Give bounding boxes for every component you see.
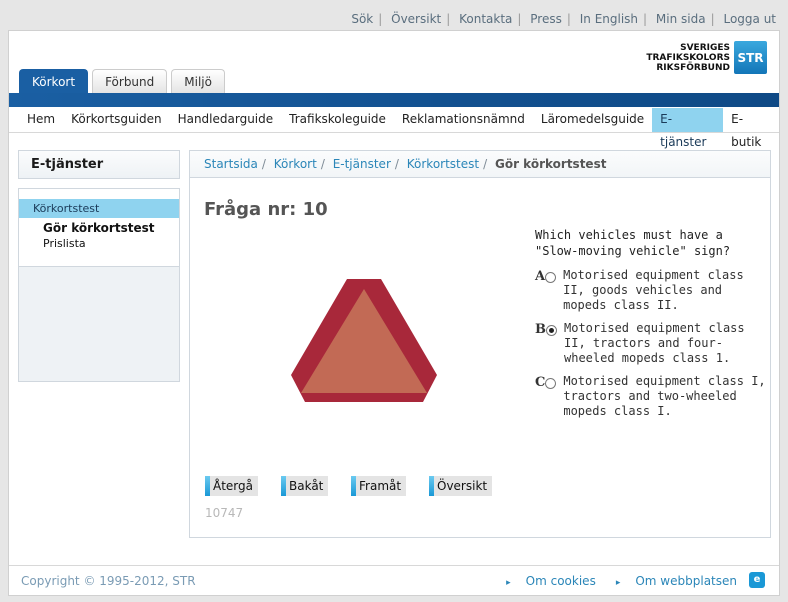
logo-text: SVERIGES TRAFIKSKOLORS RIKSFÖRBUND: [646, 43, 730, 73]
slow-moving-vehicle-sign-icon: [291, 279, 437, 402]
logo-line-2: TRAFIKSKOLORS: [646, 52, 730, 63]
button-stripe: [205, 476, 210, 496]
breadcrumb-separator: /: [394, 157, 399, 171]
separator: |: [378, 12, 383, 26]
nav-item-hem[interactable]: Hem: [19, 108, 63, 132]
nav-item-handledarguide[interactable]: Handledarguide: [170, 108, 282, 132]
top-links: Sök | Översikt | Kontakta | Press | In Engli…: [351, 12, 776, 26]
question-text: Which vehicles must have a "Slow-moving …: [535, 228, 731, 258]
sidebar-title: E-tjänster: [18, 150, 180, 179]
copyright: Copyright © 1995-2012, STR: [21, 574, 196, 588]
answer-text: Motorised equipment class II, goods vehi…: [563, 268, 744, 312]
breadcrumb-separator: /: [261, 157, 266, 171]
top-link-overview[interactable]: Översikt: [391, 12, 441, 26]
separator: |: [517, 12, 522, 26]
tab-korkort[interactable]: Körkort: [19, 69, 89, 93]
breadcrumb-korkortstest[interactable]: Körkortstest: [407, 157, 479, 171]
answer-text: Motorised equipment class II, tractors a…: [564, 321, 745, 365]
footer-link-about[interactable]: ▸ Om webbplatsen: [606, 574, 737, 588]
top-link-english[interactable]: In English: [580, 12, 638, 26]
nav-item-e-butik[interactable]: E-butik: [723, 108, 779, 149]
top-link-press[interactable]: Press: [530, 12, 562, 26]
tab-forbund[interactable]: Förbund: [92, 69, 168, 93]
separator: |: [643, 12, 648, 26]
previous-button[interactable]: Bakåt: [281, 476, 329, 496]
nav-item-e-tjanster[interactable]: E-tjänster: [652, 108, 724, 149]
answer-b[interactable]: B Motorised equipment class II, tractors…: [535, 321, 770, 366]
button-stripe: [429, 476, 434, 496]
nav-item-trafikskoleguide[interactable]: Trafikskoleguide: [281, 108, 394, 132]
header: Körkort Förbund Miljö SVERIGES TRAFIKSKO…: [9, 31, 779, 93]
button-label: Återgå: [213, 479, 253, 493]
next-button[interactable]: Framåt: [351, 476, 407, 496]
nav-item-reklamationsnamnd[interactable]: Reklamationsnämnd: [394, 108, 533, 132]
button-stripe: [281, 476, 286, 496]
answer-a-radio[interactable]: [545, 272, 557, 283]
question-code: 10747: [205, 506, 244, 520]
answer-b-radio[interactable]: [546, 325, 557, 336]
button-label: Bakåt: [289, 479, 324, 493]
breadcrumb: Startsida / Körkort / E-tjänster / Körkorts…: [190, 151, 770, 178]
top-link-search[interactable]: Sök: [351, 12, 373, 26]
separator: |: [710, 12, 715, 26]
footer-link-label: Om cookies: [525, 574, 596, 588]
button-label: Framåt: [359, 479, 402, 493]
footer-links: ▸ Om cookies ▸ Om webbplatsen: [486, 574, 737, 588]
breadcrumb-e-tjanster[interactable]: E-tjänster: [333, 157, 391, 171]
sidebar-menu-list: Körkortstest Gör körkortstest Prislista: [19, 189, 179, 267]
separator: |: [566, 12, 571, 26]
question-title: Fråga nr: 10: [204, 199, 328, 220]
separator: |: [446, 12, 451, 26]
top-link-my-page[interactable]: Min sida: [656, 12, 706, 26]
str-logo[interactable]: SVERIGES TRAFIKSKOLORS RIKSFÖRBUND STR: [646, 41, 767, 74]
sidebar-item-korkortstest[interactable]: Körkortstest: [19, 199, 179, 218]
breadcrumb-korkort[interactable]: Körkort: [274, 157, 317, 171]
content-panel: Startsida / Körkort / E-tjänster / Körkorts…: [189, 150, 771, 538]
tab-miljo[interactable]: Miljö: [171, 69, 225, 93]
top-link-logout[interactable]: Logga ut: [723, 12, 776, 26]
site-icon[interactable]: e: [749, 572, 765, 588]
answer-c[interactable]: C Motorised equipment class I, tractors …: [535, 374, 770, 419]
nav-item-laromedelsguide[interactable]: Läromedelsguide: [533, 108, 652, 132]
section-tabs: Körkort Förbund Miljö: [19, 69, 229, 93]
answer-letter: B: [535, 322, 546, 337]
footer: Copyright © 1995-2012, STR ▸ Om cookies ▸…: [9, 565, 779, 595]
overview-button[interactable]: Översikt: [429, 476, 493, 496]
sidebar-item-prislista[interactable]: Prislista: [19, 237, 179, 250]
footer-link-cookies[interactable]: ▸ Om cookies: [496, 574, 596, 588]
answer-c-radio[interactable]: [545, 378, 557, 389]
footer-link-label: Om webbplatsen: [635, 574, 737, 588]
nav-item-korkortsguiden[interactable]: Körkortsguiden: [63, 108, 169, 132]
button-label: Översikt: [437, 479, 488, 493]
answer-a[interactable]: A Motorised equipment class II, goods ve…: [535, 268, 770, 313]
logo-mark-icon: STR: [734, 41, 767, 74]
breadcrumb-separator: /: [320, 157, 325, 171]
answer-letter: C: [535, 375, 546, 390]
page-container: Körkort Förbund Miljö SVERIGES TRAFIKSKO…: [8, 30, 780, 596]
breadcrumb-separator: /: [483, 157, 488, 171]
breadcrumb-startsida[interactable]: Startsida: [204, 157, 258, 171]
breadcrumb-current: Gör körkortstest: [494, 157, 607, 171]
top-link-contact[interactable]: Kontakta: [459, 12, 512, 26]
sidebar-item-gor-korkortstest[interactable]: Gör körkortstest: [19, 221, 179, 235]
arrow-right-icon: ▸: [615, 578, 621, 588]
back-to-start-button[interactable]: Återgå: [205, 476, 258, 496]
arrow-right-icon: ▸: [506, 578, 511, 588]
main-nav: Hem Körkortsguiden Handledarguide Trafik…: [9, 107, 779, 149]
button-stripe: [351, 476, 356, 496]
answer-letter: A: [535, 269, 546, 284]
answer-text: Motorised equipment class I, tractors an…: [563, 374, 766, 418]
sidebar-menu: Körkortstest Gör körkortstest Prislista: [18, 188, 180, 382]
logo-line-3: RIKSFÖRBUND: [656, 62, 730, 73]
logo-line-1: SVERIGES: [680, 42, 730, 53]
brand-bar: [9, 93, 779, 107]
